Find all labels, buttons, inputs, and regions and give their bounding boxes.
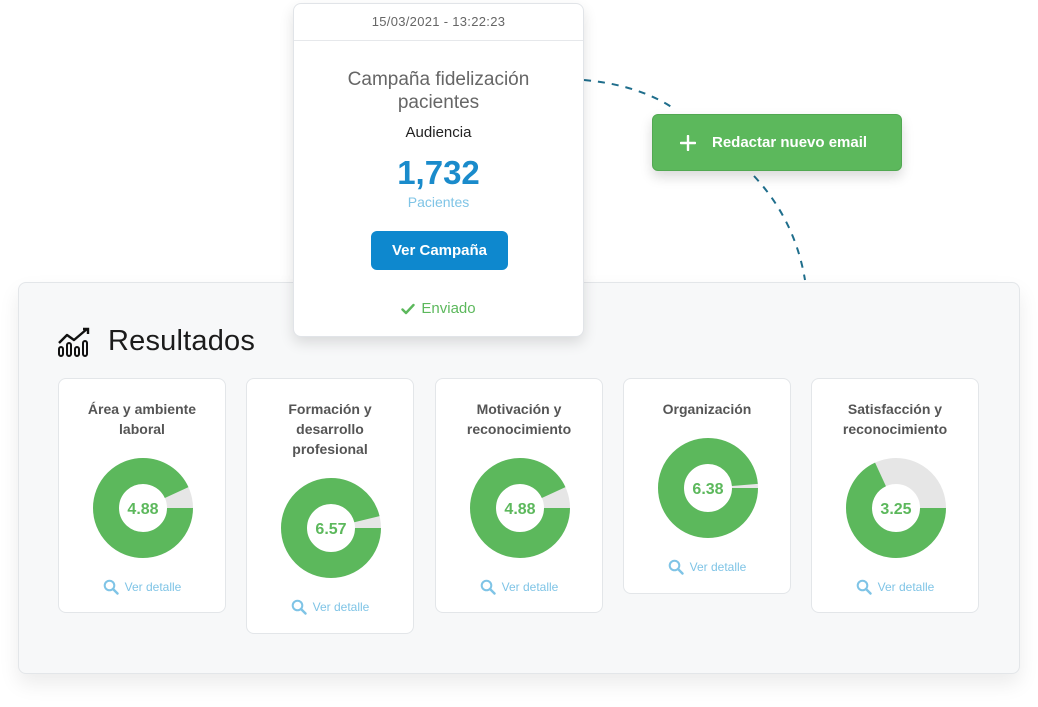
donut-chart: 6.57 xyxy=(281,478,381,578)
metric-card: Área y ambiente laboral 4.88 Ver detalle xyxy=(58,378,226,613)
donut-value: 6.57 xyxy=(315,521,346,538)
donut-value: 4.88 xyxy=(504,501,535,518)
metric-title: Motivación y reconocimiento xyxy=(466,401,572,437)
metric-title: Área y ambiente laboral xyxy=(87,401,197,437)
metric-title: Satisfacción y reconocimiento xyxy=(842,401,948,437)
metric-card: Satisfacción y reconocimiento 3.25 Ver det… xyxy=(811,378,979,613)
metric-title: Organización xyxy=(662,401,752,417)
sent-status: Enviado xyxy=(294,300,583,317)
metric-title: Formación y desarrollo profesional xyxy=(288,401,372,457)
magnifier-icon xyxy=(480,579,496,595)
metric-card: Formación y desarrollo profesional 6.57 Ve… xyxy=(246,378,414,634)
results-title: Resultados xyxy=(108,325,256,357)
sent-status-label: Enviado xyxy=(421,300,476,317)
audience-label: Audiencia xyxy=(405,124,472,141)
check-icon xyxy=(401,303,416,314)
campaign-date: 15/03/2021 - 13:22:23 xyxy=(294,4,583,41)
donut-value: 6.38 xyxy=(692,481,723,498)
view-detail-link[interactable]: Ver detalle xyxy=(247,599,413,615)
chart-bars-trend-icon xyxy=(58,327,90,357)
magnifier-icon xyxy=(668,559,684,575)
compose-email-button[interactable]: Redactar nuevo email xyxy=(652,114,902,171)
view-detail-label: Ver detalle xyxy=(877,580,935,594)
view-detail-label: Ver detalle xyxy=(312,600,370,614)
donut-chart: 6.38 xyxy=(658,438,758,538)
view-detail-link[interactable]: Ver detalle xyxy=(812,579,978,595)
view-detail-label: Ver detalle xyxy=(124,580,182,594)
view-detail-link[interactable]: Ver detalle xyxy=(624,559,790,575)
donut-chart: 4.88 xyxy=(470,458,570,558)
view-detail-link[interactable]: Ver detalle xyxy=(59,579,225,595)
magnifier-icon xyxy=(856,579,872,595)
donut-value: 4.88 xyxy=(127,501,158,518)
donut-chart: 4.88 xyxy=(93,458,193,558)
audience-unit: Pacientes xyxy=(407,194,470,210)
results-header: Resultados xyxy=(57,325,255,358)
donut-chart: 3.25 xyxy=(846,458,946,558)
compose-email-label: Redactar nuevo email xyxy=(712,134,868,151)
metric-card: Organización 6.38 Ver detalle xyxy=(623,378,791,594)
magnifier-icon xyxy=(291,599,307,615)
view-detail-label: Ver detalle xyxy=(501,580,559,594)
audience-count: 1,732 xyxy=(397,154,480,191)
campaign-card: 15/03/2021 - 13:22:23 Campaña fidelizaci… xyxy=(293,3,584,337)
campaign-name: Campaña fidelización pacientes xyxy=(347,69,530,113)
donut-value: 3.25 xyxy=(880,501,911,518)
view-detail-label: Ver detalle xyxy=(689,560,747,574)
metric-card: Motivación y reconocimiento 4.88 Ver detal… xyxy=(435,378,603,613)
magnifier-icon xyxy=(103,579,119,595)
view-campaign-button[interactable]: Ver Campaña xyxy=(371,231,508,270)
view-detail-link[interactable]: Ver detalle xyxy=(436,579,602,595)
plus-icon xyxy=(680,134,696,151)
